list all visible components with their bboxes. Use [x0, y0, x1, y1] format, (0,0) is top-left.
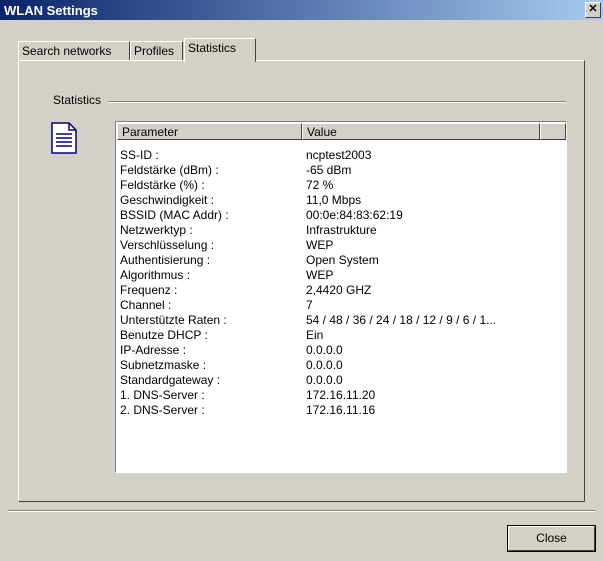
tab-statistics[interactable]: Statistics [184, 38, 256, 62]
value-cell: ncptest2003 [306, 148, 372, 162]
table-row[interactable]: Benutze DHCP : Ein [116, 328, 566, 343]
table-row[interactable]: Geschwindigkeit : 11,0 Mbps [116, 193, 566, 208]
value-cell: Infrastrukture [306, 223, 377, 237]
tab-label: Profiles [134, 44, 175, 58]
value-cell: 0.0.0.0 [306, 343, 343, 357]
close-window-button[interactable]: ✕ [585, 2, 601, 18]
value-cell: 0.0.0.0 [306, 358, 343, 372]
param-cell: IP-Adresse : [120, 343, 187, 357]
param-cell: BSSID (MAC Addr) : [120, 208, 229, 222]
value-cell: 2,4420 GHZ [306, 283, 372, 297]
tab-profiles[interactable]: Profiles [130, 41, 183, 61]
value-cell: 00:0e:84:83:62:19 [306, 208, 403, 222]
param-cell: Subnetzmaske : [120, 358, 207, 372]
value-cell: WEP [306, 238, 334, 252]
value-cell: Open System [306, 253, 379, 267]
param-cell: Frequenz : [120, 283, 178, 297]
param-cell: Feldstärke (%) : [120, 178, 205, 192]
param-cell: Unterstützte Raten : [120, 313, 227, 327]
param-cell: Algorithmus : [120, 268, 191, 282]
table-row[interactable]: 2. DNS-Server : 172.16.11.16 [116, 403, 566, 418]
value-cell: 54 / 48 / 36 / 24 / 18 / 12 / 9 / 6 / 1.… [306, 313, 497, 327]
table-row[interactable]: Authentisierung : Open System [116, 253, 566, 268]
value-cell: 172.16.11.20 [306, 388, 376, 402]
statistics-table[interactable]: Parameter Value SS-ID : ncptest2003 Felds… [115, 121, 567, 473]
value-cell: WEP [306, 268, 334, 282]
header-empty[interactable] [540, 123, 566, 140]
param-cell: Feldstärke (dBm) : [120, 163, 219, 177]
table-row[interactable]: Unterstützte Raten : 54 / 48 / 36 / 24 / … [116, 313, 566, 328]
param-cell: Standardgateway : [120, 373, 221, 387]
table-row[interactable]: Feldstärke (dBm) : -65 dBm [116, 163, 566, 178]
tab-label: Search networks [22, 44, 112, 58]
value-cell: -65 dBm [306, 163, 352, 177]
value-cell: 0.0.0.0 [306, 373, 343, 387]
table-row[interactable]: Channel : 7 [116, 298, 566, 313]
param-cell: Benutze DHCP : [120, 328, 208, 342]
table-row[interactable]: Algorithmus : WEP [116, 268, 566, 283]
param-cell: SS-ID : [120, 148, 159, 162]
value-cell: 11,0 Mbps [306, 193, 362, 207]
param-cell: Netzwerktyp : [120, 223, 193, 237]
table-row[interactable]: SS-ID : ncptest2003 [116, 148, 566, 163]
header-parameter[interactable]: Parameter [117, 123, 302, 140]
value-cell: 7 [306, 298, 313, 312]
param-cell: Geschwindigkeit : [120, 193, 215, 207]
tab-search-networks[interactable]: Search networks [18, 41, 130, 61]
group-divider [108, 101, 566, 103]
param-cell: Authentisierung : [120, 253, 211, 267]
param-cell: Channel : [120, 298, 172, 312]
window-title: WLAN Settings [4, 3, 98, 18]
table-row[interactable]: Frequenz : 2,4420 GHZ [116, 283, 566, 298]
table-row[interactable]: Subnetzmaske : 0.0.0.0 [116, 358, 566, 373]
value-cell: 72 % [306, 178, 334, 192]
header-value[interactable]: Value [302, 123, 540, 140]
table-row[interactable]: 1. DNS-Server : 172.16.11.20 [116, 388, 566, 403]
tab-label: Statistics [188, 41, 237, 55]
param-cell: Verschlüsselung : [120, 238, 215, 252]
table-row[interactable]: Feldstärke (%) : 72 % [116, 178, 566, 193]
value-cell: Ein [306, 328, 324, 342]
group-label: Statistics [50, 93, 105, 107]
close-button[interactable]: Close [507, 525, 596, 552]
table-row[interactable]: Netzwerktyp : Infrastrukture [116, 223, 566, 238]
value-cell: 172.16.11.16 [306, 403, 376, 417]
param-cell: 2. DNS-Server : [120, 403, 205, 417]
close-icon: ✕ [588, 3, 598, 15]
close-button-label: Close [536, 531, 567, 545]
title-bar: WLAN Settings ✕ [0, 0, 603, 20]
table-row[interactable]: Verschlüsselung : WEP [116, 238, 566, 253]
document-icon [51, 122, 77, 154]
table-row[interactable]: Standardgateway : 0.0.0.0 [116, 373, 566, 388]
table-row[interactable]: BSSID (MAC Addr) : 00:0e:84:83:62:19 [116, 208, 566, 223]
param-cell: 1. DNS-Server : [120, 388, 205, 402]
footer-divider [8, 510, 595, 512]
table-row[interactable]: IP-Adresse : 0.0.0.0 [116, 343, 566, 358]
